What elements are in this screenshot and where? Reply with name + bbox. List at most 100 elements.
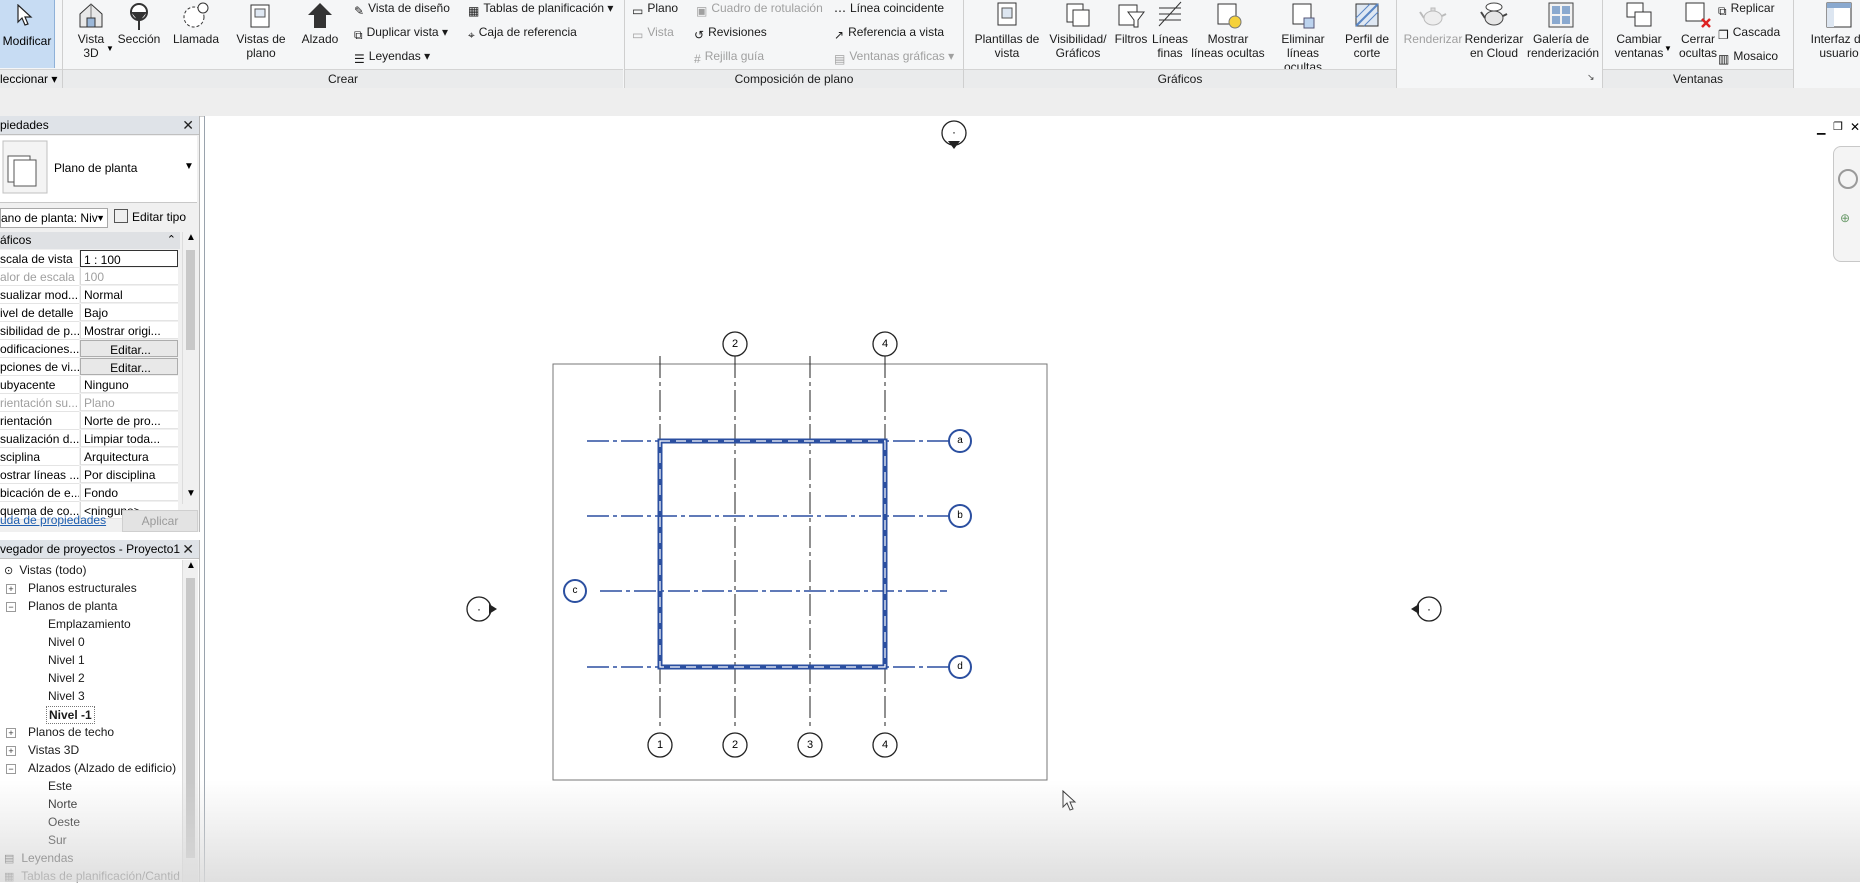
replicar-button[interactable]: ⧉ Replicar — [1718, 0, 1775, 19]
drawing-canvas[interactable]: ▁ ❐ ✕ ⊕ 2 4 1 2 3 4 a b d c · · · — [204, 116, 1860, 882]
plano-button[interactable]: ▭ Plano — [632, 0, 678, 19]
tree-item-nivel-0[interactable]: Nivel 0 — [48, 634, 85, 650]
vista-button[interactable]: ▭ Vista — [632, 24, 674, 43]
property-row[interactable]: pciones de vi... Editar... — [0, 358, 180, 376]
property-row[interactable]: sualizar mod... Normal — [0, 286, 180, 304]
ventanas-graficas-button[interactable]: ▤ Ventanas gráficas ▾ — [834, 48, 954, 67]
scroll-thumb[interactable] — [186, 578, 195, 858]
close-icon[interactable]: ✕ — [182, 540, 194, 558]
plantillas-vista-button[interactable]: Plantillas de vista — [970, 0, 1044, 60]
chevron-down-icon[interactable]: ▼ — [184, 161, 194, 172]
filtros-button[interactable]: Filtros — [1112, 0, 1150, 46]
property-row[interactable]: alor de escala ...100 — [0, 268, 180, 286]
instance-selector[interactable]: ano de planta: Niv ▼ — [0, 208, 108, 228]
property-value[interactable]: Plano — [80, 394, 178, 411]
tree-item-nivel-3[interactable]: Nivel 3 — [48, 688, 85, 704]
modify-button[interactable]: Modificar — [0, 0, 55, 68]
property-value[interactable]: Arquitectura — [80, 448, 178, 465]
property-value[interactable]: Ninguno — [80, 376, 178, 393]
browser-scrollbar[interactable]: ▲ — [182, 560, 198, 882]
scroll-up-icon[interactable]: ▲ — [186, 560, 196, 571]
property-row[interactable]: odificaciones... Editar... — [0, 340, 180, 358]
properties-scrollbar[interactable]: ▲ ▼ — [182, 232, 198, 504]
tree-item-este[interactable]: Este — [48, 778, 72, 794]
tree-item-nivel-1[interactable]: Nivel 1 — [48, 652, 85, 668]
linea-coincidente-button[interactable]: ⋯ Línea coincidente — [834, 0, 944, 19]
property-row[interactable]: rientación su... Plano — [0, 394, 180, 412]
tree-item-alzados[interactable]: Alzados (Alzado de edificio) — [28, 760, 176, 776]
alzado-button[interactable]: Alzado — [298, 0, 342, 46]
rejilla-guia-button[interactable]: # Rejilla guía — [694, 48, 764, 67]
seccion-button[interactable]: Sección — [114, 0, 164, 46]
property-edit-button[interactable]: Editar... — [80, 340, 178, 357]
scroll-down-icon[interactable]: ▼ — [186, 488, 196, 499]
lineas-finas-button[interactable]: Líneas finas — [1152, 0, 1188, 60]
section-header-graphics[interactable]: áficos ⌃ — [0, 232, 180, 249]
scroll-thumb[interactable] — [186, 250, 195, 350]
property-value[interactable]: Fondo — [80, 484, 178, 501]
property-row[interactable]: ostrar líneas ... Por disciplina — [0, 466, 180, 484]
collapse-icon[interactable]: − — [6, 764, 16, 774]
eliminar-lineas-ocultas-button[interactable]: Eliminar líneas ocultas — [1266, 0, 1340, 74]
edit-type-button[interactable]: Editar tipo — [114, 208, 186, 226]
interfaz-usuario-button[interactable]: Interfaz de usuario — [1804, 0, 1860, 60]
chevron-down-icon[interactable]: ▼ — [106, 44, 114, 53]
perfil-corte-button[interactable]: Perfil de corte — [1342, 0, 1392, 60]
collapse-icon[interactable]: − — [6, 602, 16, 612]
tree-item-vistas3d[interactable]: Vistas 3D — [28, 742, 79, 758]
property-value[interactable]: 1 : 100 — [80, 250, 178, 267]
property-row[interactable]: bicación de e... Fondo — [0, 484, 180, 502]
renderizar-button[interactable]: Renderizar — [1400, 0, 1466, 46]
galeria-button[interactable]: Galería de renderización — [1526, 0, 1599, 60]
duplicar-vista-button[interactable]: ⧉ Duplicar vista ▾ — [354, 24, 448, 43]
dialog-launcher-icon[interactable]: ↘ — [1587, 72, 1595, 83]
property-value[interactable]: Normal — [80, 286, 178, 303]
tree-item-oeste[interactable]: Oeste — [48, 814, 80, 830]
tree-item-nivel-2[interactable]: Nivel 2 — [48, 670, 85, 686]
mostrar-lineas-ocultas-button[interactable]: Mostrar líneas ocultas — [1190, 0, 1266, 60]
cuadro-rotulacion-button[interactable]: ▣ Cuadro de rotulación — [696, 0, 823, 19]
tree-item-planta[interactable]: Planos de planta — [28, 598, 117, 614]
property-edit-button[interactable]: Editar... — [80, 358, 178, 375]
type-selector[interactable]: Plano de planta ▼ — [0, 136, 197, 203]
tree-item-tablas[interactable]: ▦ Tablas de planificación/Cantid — [4, 868, 180, 885]
apply-button[interactable]: Aplicar — [122, 510, 198, 532]
expand-icon[interactable]: + — [6, 746, 16, 756]
property-value[interactable]: 100 — [80, 268, 178, 285]
cambiar-ventanas-button[interactable]: Cambiar ventanas — [1606, 0, 1672, 60]
close-icon[interactable]: ✕ — [182, 116, 194, 134]
property-value[interactable]: Mostrar origi... — [80, 322, 178, 339]
revisiones-button[interactable]: ↺ Revisiones — [694, 24, 767, 43]
property-row[interactable]: ubyacente Ninguno — [0, 376, 180, 394]
tree-item-estructurales[interactable]: Planos estructurales — [28, 580, 137, 596]
tablas-button[interactable]: ▦ Tablas de planificación ▾ — [468, 0, 613, 19]
tree-root-views[interactable]: ⊙ Vistas (todo) — [4, 562, 87, 579]
collapse-icon[interactable]: ⌃ — [167, 232, 176, 249]
caja-referencia-button[interactable]: ⌖ Caja de referencia — [468, 24, 577, 43]
scroll-up-icon[interactable]: ▲ — [186, 232, 196, 243]
property-row[interactable]: rientación Norte de pro... — [0, 412, 180, 430]
property-row[interactable]: scala de vista 1 : 100 — [0, 250, 180, 268]
mosaico-button[interactable]: ▥ Mosaico — [1718, 48, 1778, 67]
properties-help-link[interactable]: uda de propiedades — [0, 513, 106, 527]
property-row[interactable]: sualización d... Limpiar toda... — [0, 430, 180, 448]
renderizar-cloud-button[interactable]: Renderizar en Cloud — [1462, 0, 1526, 60]
expand-icon[interactable]: + — [6, 584, 16, 594]
property-row[interactable]: sciplina Arquitectura — [0, 448, 180, 466]
vista-diseno-button[interactable]: ✎ Vista de diseño — [354, 0, 450, 19]
property-value[interactable]: Norte de pro... — [80, 412, 178, 429]
visibilidad-graficos-button[interactable]: Visibilidad/ Gráficos — [1046, 0, 1110, 60]
vistas-plano-button[interactable]: Vistas de plano — [232, 0, 290, 60]
leyendas-button[interactable]: ☰ Leyendas ▾ — [354, 48, 430, 67]
property-row[interactable]: ivel de detalle Bajo — [0, 304, 180, 322]
select-dropdown[interactable]: leccionar ▾ — [0, 69, 62, 88]
tree-item-emplazamiento[interactable]: Emplazamiento — [48, 616, 131, 632]
cerrar-ocultas-button[interactable]: Cerrar ocultas — [1674, 0, 1722, 60]
tree-item-nivel-m1-active[interactable]: Nivel -1 — [46, 706, 95, 724]
tree-item-techo[interactable]: Planos de techo — [28, 724, 114, 740]
property-row[interactable]: sibilidad de p... Mostrar origi... — [0, 322, 180, 340]
llamada-button[interactable]: Llamada — [168, 0, 224, 46]
property-value[interactable]: Limpiar toda... — [80, 430, 178, 447]
tree-item-leyendas[interactable]: ▤ Leyendas — [4, 850, 73, 867]
chevron-down-icon[interactable]: ▼ — [1664, 44, 1672, 53]
